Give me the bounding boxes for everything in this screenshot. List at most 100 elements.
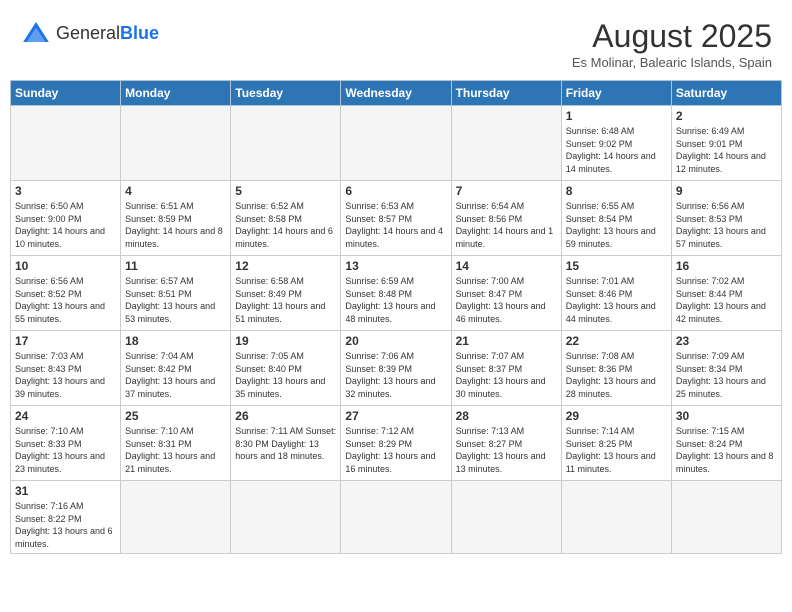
logo-text: GeneralBlue [56, 24, 159, 44]
day-info: Sunrise: 7:02 AM Sunset: 8:44 PM Dayligh… [676, 275, 777, 325]
calendar-week-row: 3 Sunrise: 6:50 AM Sunset: 9:00 PM Daylig… [11, 181, 782, 256]
calendar-cell: 3 Sunrise: 6:50 AM Sunset: 9:00 PM Daylig… [11, 181, 121, 256]
day-number: 23 [676, 334, 777, 348]
calendar-week-row: 17Sunrise: 7:03 AM Sunset: 8:43 PM Dayli… [11, 331, 782, 406]
day-info: Sunrise: 7:10 AM Sunset: 8:33 PM Dayligh… [15, 425, 116, 475]
day-info: Sunrise: 6:48 AM Sunset: 9:02 PM Dayligh… [566, 125, 667, 175]
day-number: 31 [15, 484, 116, 498]
calendar-cell: 7Sunrise: 6:54 AM Sunset: 8:56 PM Daylig… [451, 181, 561, 256]
calendar-cell: 22 Sunrise: 7:08 AM Sunset: 8:36 PM Dayli… [561, 331, 671, 406]
day-number: 30 [676, 409, 777, 423]
day-info: Sunrise: 7:10 AM Sunset: 8:31 PM Dayligh… [125, 425, 226, 475]
calendar-cell: 25 Sunrise: 7:10 AM Sunset: 8:31 PM Dayli… [121, 406, 231, 481]
calendar-cell [341, 481, 451, 554]
day-info: Sunrise: 6:52 AM Sunset: 8:58 PM Dayligh… [235, 200, 336, 250]
day-number: 20 [345, 334, 446, 348]
day-number: 12 [235, 259, 336, 273]
day-number: 26 [235, 409, 336, 423]
day-number: 29 [566, 409, 667, 423]
day-number: 8 [566, 184, 667, 198]
weekday-header-tuesday: Tuesday [231, 81, 341, 106]
day-info: Sunrise: 7:16 AM Sunset: 8:22 PM Dayligh… [15, 500, 116, 550]
calendar-table: SundayMondayTuesdayWednesdayThursdayFrid… [10, 80, 782, 554]
day-number: 28 [456, 409, 557, 423]
day-info: Sunrise: 6:50 AM Sunset: 9:00 PM Dayligh… [15, 200, 116, 250]
calendar-cell: 14Sunrise: 7:00 AM Sunset: 8:47 PM Dayli… [451, 256, 561, 331]
day-info: Sunrise: 6:49 AM Sunset: 9:01 PM Dayligh… [676, 125, 777, 175]
calendar-week-row: 1 Sunrise: 6:48 AM Sunset: 9:02 PM Daylig… [11, 106, 782, 181]
day-info: Sunrise: 7:13 AM Sunset: 8:27 PM Dayligh… [456, 425, 557, 475]
calendar-cell [451, 106, 561, 181]
day-info: Sunrise: 6:53 AM Sunset: 8:57 PM Dayligh… [345, 200, 446, 250]
day-number: 25 [125, 409, 226, 423]
calendar-cell: 28 Sunrise: 7:13 AM Sunset: 8:27 PM Dayli… [451, 406, 561, 481]
calendar-cell: 29 Sunrise: 7:14 AM Sunset: 8:25 PM Dayli… [561, 406, 671, 481]
day-info: Sunrise: 7:06 AM Sunset: 8:39 PM Dayligh… [345, 350, 446, 400]
weekday-header-sunday: Sunday [11, 81, 121, 106]
day-info: Sunrise: 7:14 AM Sunset: 8:25 PM Dayligh… [566, 425, 667, 475]
calendar-cell: 13Sunrise: 6:59 AM Sunset: 8:48 PM Dayli… [341, 256, 451, 331]
title-block: August 2025 Es Molinar, Balearic Islands… [572, 18, 772, 70]
calendar-cell: 11 Sunrise: 6:57 AM Sunset: 8:51 PM Dayli… [121, 256, 231, 331]
weekday-header-friday: Friday [561, 81, 671, 106]
calendar-week-row: 10Sunrise: 6:56 AM Sunset: 8:52 PM Dayli… [11, 256, 782, 331]
weekday-header-wednesday: Wednesday [341, 81, 451, 106]
day-info: Sunrise: 7:07 AM Sunset: 8:37 PM Dayligh… [456, 350, 557, 400]
day-info: Sunrise: 7:11 AM Sunset: 8:30 PM Dayligh… [235, 425, 336, 463]
calendar-cell [231, 481, 341, 554]
calendar-cell: 2Sunrise: 6:49 AM Sunset: 9:01 PM Daylig… [671, 106, 781, 181]
calendar-cell: 30 Sunrise: 7:15 AM Sunset: 8:24 PM Dayli… [671, 406, 781, 481]
day-info: Sunrise: 6:51 AM Sunset: 8:59 PM Dayligh… [125, 200, 226, 250]
calendar-cell: 4 Sunrise: 6:51 AM Sunset: 8:59 PM Daylig… [121, 181, 231, 256]
day-info: Sunrise: 7:08 AM Sunset: 8:36 PM Dayligh… [566, 350, 667, 400]
calendar-cell: 26 Sunrise: 7:11 AM Sunset: 8:30 PM Dayli… [231, 406, 341, 481]
day-info: Sunrise: 7:15 AM Sunset: 8:24 PM Dayligh… [676, 425, 777, 475]
weekday-header-row: SundayMondayTuesdayWednesdayThursdayFrid… [11, 81, 782, 106]
day-number: 15 [566, 259, 667, 273]
calendar-cell: 31 Sunrise: 7:16 AM Sunset: 8:22 PM Dayli… [11, 481, 121, 554]
day-info: Sunrise: 6:56 AM Sunset: 8:53 PM Dayligh… [676, 200, 777, 250]
calendar-cell: 10Sunrise: 6:56 AM Sunset: 8:52 PM Dayli… [11, 256, 121, 331]
calendar-cell: 15Sunrise: 7:01 AM Sunset: 8:46 PM Dayli… [561, 256, 671, 331]
calendar-cell [231, 106, 341, 181]
day-info: Sunrise: 7:09 AM Sunset: 8:34 PM Dayligh… [676, 350, 777, 400]
day-number: 11 [125, 259, 226, 273]
calendar-cell [121, 106, 231, 181]
day-number: 4 [125, 184, 226, 198]
calendar-cell: 17Sunrise: 7:03 AM Sunset: 8:43 PM Dayli… [11, 331, 121, 406]
day-info: Sunrise: 6:58 AM Sunset: 8:49 PM Dayligh… [235, 275, 336, 325]
day-number: 1 [566, 109, 667, 123]
calendar-week-row: 31 Sunrise: 7:16 AM Sunset: 8:22 PM Dayli… [11, 481, 782, 554]
calendar-cell [121, 481, 231, 554]
calendar-cell: 9 Sunrise: 6:56 AM Sunset: 8:53 PM Daylig… [671, 181, 781, 256]
calendar-cell: 1 Sunrise: 6:48 AM Sunset: 9:02 PM Daylig… [561, 106, 671, 181]
day-number: 22 [566, 334, 667, 348]
day-number: 21 [456, 334, 557, 348]
calendar-cell: 24Sunrise: 7:10 AM Sunset: 8:33 PM Dayli… [11, 406, 121, 481]
calendar-cell: 20 Sunrise: 7:06 AM Sunset: 8:39 PM Dayli… [341, 331, 451, 406]
day-number: 9 [676, 184, 777, 198]
calendar-cell: 16Sunrise: 7:02 AM Sunset: 8:44 PM Dayli… [671, 256, 781, 331]
day-info: Sunrise: 7:03 AM Sunset: 8:43 PM Dayligh… [15, 350, 116, 400]
day-info: Sunrise: 7:12 AM Sunset: 8:29 PM Dayligh… [345, 425, 446, 475]
page-header: GeneralBlue August 2025 Es Molinar, Bale… [10, 10, 782, 74]
day-info: Sunrise: 7:05 AM Sunset: 8:40 PM Dayligh… [235, 350, 336, 400]
day-number: 3 [15, 184, 116, 198]
logo-icon [20, 18, 52, 50]
day-info: Sunrise: 7:04 AM Sunset: 8:42 PM Dayligh… [125, 350, 226, 400]
weekday-header-saturday: Saturday [671, 81, 781, 106]
calendar-cell: 8Sunrise: 6:55 AM Sunset: 8:54 PM Daylig… [561, 181, 671, 256]
day-number: 19 [235, 334, 336, 348]
day-number: 14 [456, 259, 557, 273]
day-info: Sunrise: 6:57 AM Sunset: 8:51 PM Dayligh… [125, 275, 226, 325]
logo: GeneralBlue [20, 18, 159, 50]
location-subtitle: Es Molinar, Balearic Islands, Spain [572, 55, 772, 70]
day-number: 13 [345, 259, 446, 273]
day-number: 5 [235, 184, 336, 198]
day-number: 27 [345, 409, 446, 423]
day-number: 10 [15, 259, 116, 273]
day-info: Sunrise: 6:54 AM Sunset: 8:56 PM Dayligh… [456, 200, 557, 250]
calendar-cell [451, 481, 561, 554]
calendar-cell [671, 481, 781, 554]
calendar-cell: 23 Sunrise: 7:09 AM Sunset: 8:34 PM Dayli… [671, 331, 781, 406]
